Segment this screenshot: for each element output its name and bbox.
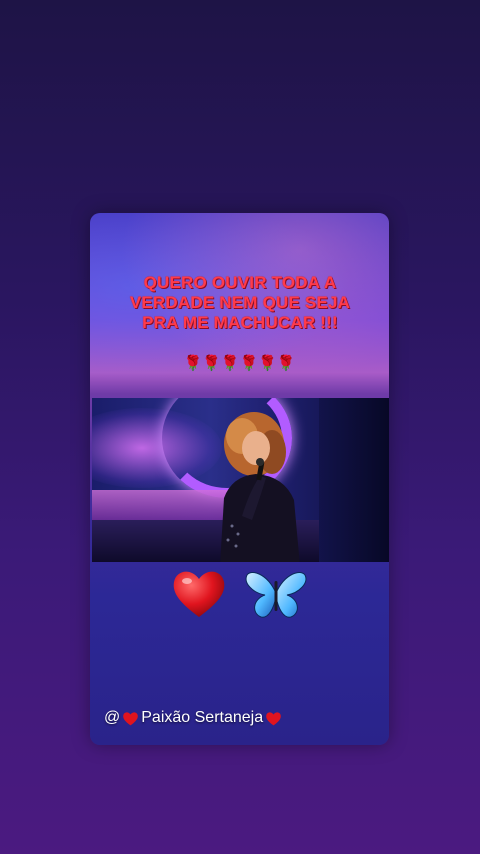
dark-curtain [319,398,389,562]
butterfly-icon [245,572,307,618]
heart-icon [123,711,139,725]
quote-text: QUERO OUVIR TODA A VERDADE NEM QUE SEJA … [129,273,351,332]
account-handle[interactable]: @ Paixão Sertaneja [104,709,282,727]
rose-icon-row: 🌹🌹🌹🌹🌹🌹 [183,355,296,372]
singer-figure [220,412,300,562]
story-card[interactable]: QUERO OUVIR TODA A VERDADE NEM QUE SEJA … [90,213,389,745]
emoji-row [90,561,389,623]
handle-at: @ [104,709,121,726]
handle-name: Paixão Sertaneja [141,709,264,726]
heart-icon [266,711,281,725]
video-frame[interactable] [92,398,389,562]
heart-icon [173,571,225,618]
